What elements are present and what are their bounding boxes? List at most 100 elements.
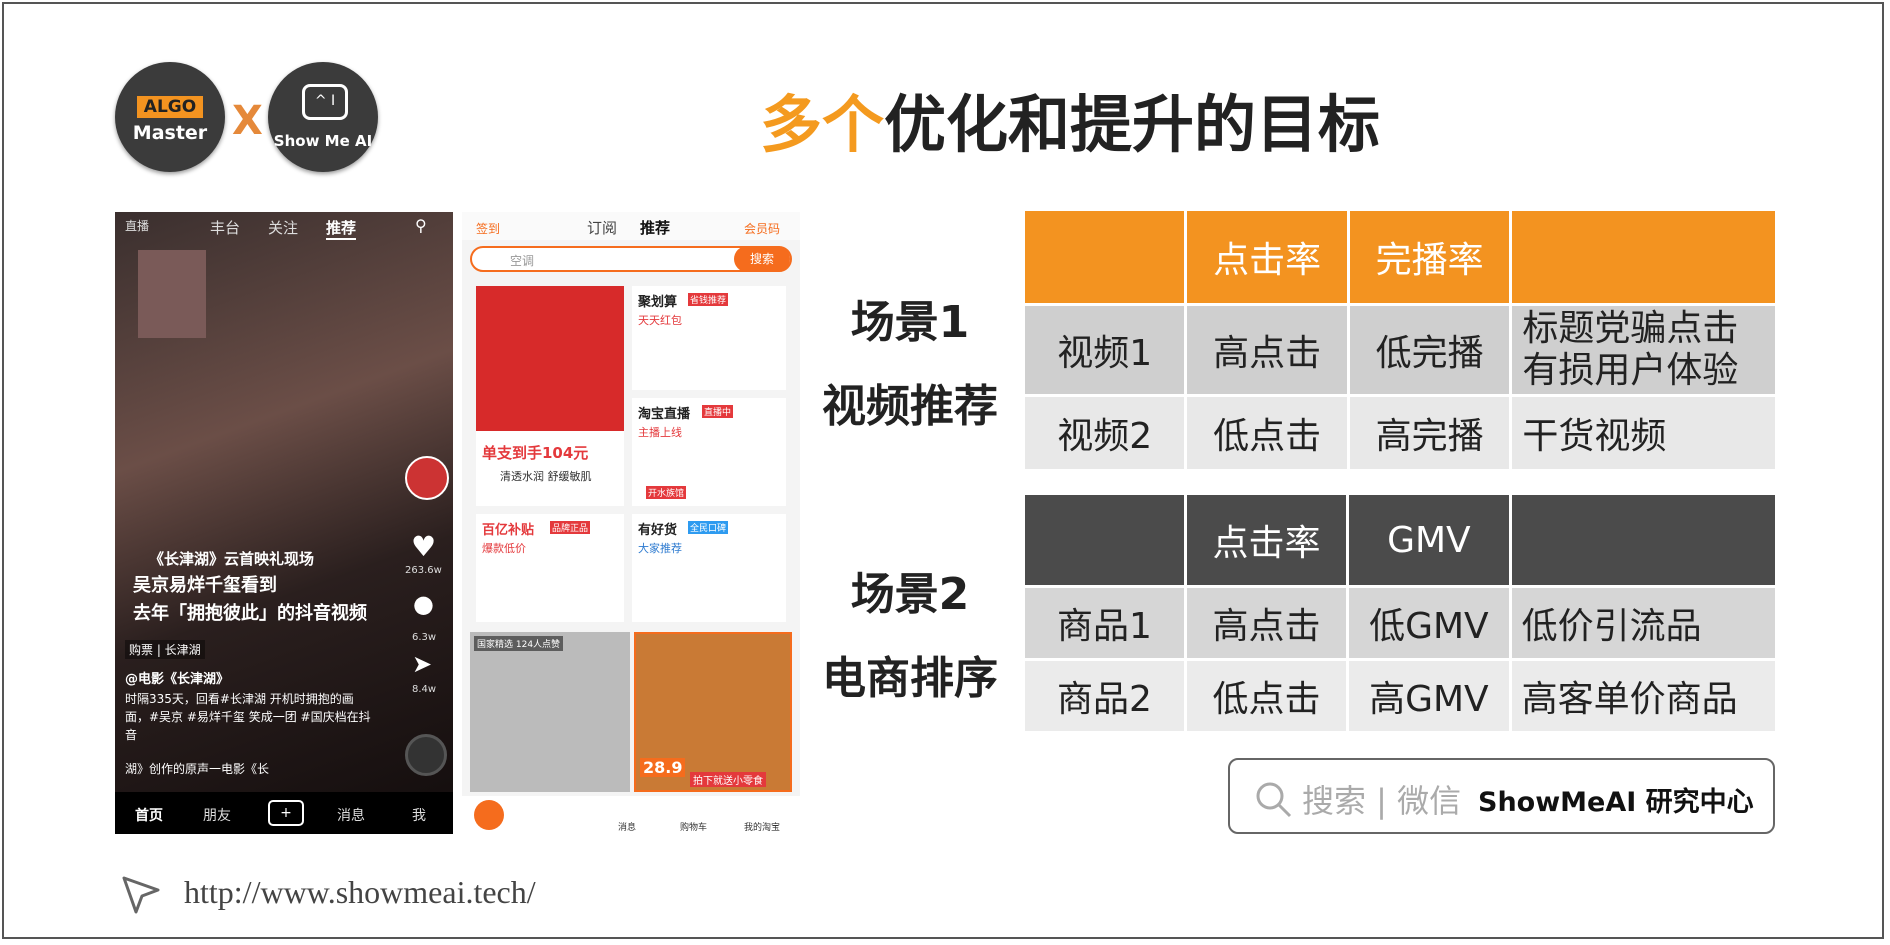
master-label: Master xyxy=(132,122,208,144)
video-description: 时隔335天，回看#长津湖 开机时拥抱的画面，#吴京 #易烊千玺 笑成一团 #国… xyxy=(125,692,371,742)
table2-header-cell: GMV xyxy=(1349,495,1509,585)
page-title: 多个优化和提升的目标 xyxy=(760,74,1380,164)
scene2-line1: 场景2 xyxy=(850,569,970,620)
home-icon[interactable] xyxy=(474,800,504,830)
card-subsidy[interactable]: 百亿补贴 品牌正品 爆款低价 xyxy=(476,514,624,622)
member-code-button[interactable]: 会员码 xyxy=(744,220,780,237)
table-cell: 低点击 xyxy=(1186,661,1347,731)
avatar[interactable] xyxy=(405,456,449,500)
share-icon[interactable]: ➤ xyxy=(412,650,432,678)
nav-mytaobao[interactable]: 我的淘宝 xyxy=(744,820,780,833)
cursor-icon xyxy=(122,876,160,914)
showme-label: Show Me AI xyxy=(273,132,373,150)
shop-search-button[interactable]: 搜索 xyxy=(734,246,790,272)
nav-me[interactable]: 我 xyxy=(412,805,426,825)
table-row: 视频2 低点击 高完播 干货视频 xyxy=(1025,397,1775,469)
table-row: 商品1 高点击 低GMV 低价引流品 xyxy=(1025,588,1775,658)
goodstuff-title: 有好货 xyxy=(638,523,678,538)
heart-icon[interactable]: ♥ xyxy=(411,530,436,563)
juhuasuan-badge: 省钱推荐 xyxy=(688,293,729,306)
scene1-line1: 场景1 xyxy=(850,297,970,348)
live-sub: 主播上线 xyxy=(638,426,682,439)
card-good-stuff[interactable]: 有好货 全民口碑 大家推荐 xyxy=(632,514,786,622)
tab-live[interactable]: 直播 xyxy=(125,217,149,234)
serum-subtitle: 清透水润 舒缓敏肌 xyxy=(500,470,592,483)
music-disc-icon[interactable] xyxy=(405,734,447,776)
table-cell: 高客单价商品 xyxy=(1511,661,1775,731)
wechat-search-box[interactable]: 搜索 | 微信 ShowMeAI 研究中心 xyxy=(1228,758,1775,834)
title-rest: 优化和提升的目标 xyxy=(884,88,1381,161)
showmeai-logo: ^ I Show Me AI xyxy=(268,62,378,172)
table-cell: 视频2 xyxy=(1025,397,1185,469)
search-input[interactable]: 空调 xyxy=(510,252,534,269)
tab-recommend-shop[interactable]: 推荐 xyxy=(640,217,670,238)
goodstuff-sub: 大家推荐 xyxy=(638,542,682,555)
nav-home[interactable]: 首页 xyxy=(135,805,163,825)
nav-msg[interactable]: 消息 xyxy=(618,820,636,833)
table-cell: 高点击 xyxy=(1187,306,1347,394)
coffee-sub: 拍下就送小零食 xyxy=(690,772,766,787)
share-count: 8.4w xyxy=(412,684,437,695)
juhuasuan-sub: 天天红包 xyxy=(638,314,682,327)
nav-cart[interactable]: 购物车 xyxy=(680,820,707,833)
nav-create[interactable]: + xyxy=(268,800,304,826)
caption-main: 吴京易烊千玺看到 去年「拥抱彼此」的抖音视频 xyxy=(133,575,367,624)
ecommerce-rank-table: 点击率 GMV 商品1 高点击 低GMV 低价引流品 商品2 低点击 高GMV … xyxy=(1022,492,1778,734)
table-cell: 高完播 xyxy=(1349,397,1510,469)
music-ticker[interactable]: 湖》创作的原声一电影《长 xyxy=(125,760,269,777)
table1-header-cell xyxy=(1025,211,1185,303)
tab-subscribe[interactable]: 订阅 xyxy=(587,217,617,238)
video-app-screenshot: 直播 丰台 关注 推荐 ⚲ 《长津湖》云首映礼现场 吴京易烊千玺看到 去年「拥抱… xyxy=(115,212,453,834)
search-icon[interactable]: ⚲ xyxy=(415,216,427,235)
tab-recommend[interactable]: 推荐 xyxy=(326,217,357,240)
subsidy-sub: 爆款低价 xyxy=(482,542,526,555)
purchase-link[interactable]: 购票 | 长津湖 xyxy=(125,640,205,659)
search-brand: ShowMeAI 研究中心 xyxy=(1478,787,1754,818)
comment-icon[interactable]: ● xyxy=(413,590,434,618)
scene2-label: 场景2 电商排序 xyxy=(800,558,1020,706)
bottom-nav: 首页 朋友 + 消息 我 xyxy=(115,792,453,834)
subsidy-title: 百亿补贴 xyxy=(482,523,535,538)
table1-header-cell: 完播率 xyxy=(1349,211,1510,303)
feed-card-hair[interactable]: 国家精选 124人点赞 xyxy=(470,632,630,792)
caption-top: 《长津湖》云首映礼现场 xyxy=(149,550,315,568)
card-juhuasuan[interactable]: 聚划算 省钱推荐 天天红包 xyxy=(632,286,786,390)
table-cell: 低点击 xyxy=(1187,397,1347,469)
feed-card-coffee[interactable]: 28.9 拍下就送小零食 xyxy=(634,632,792,792)
shop-search-bar: 空调 搜索 xyxy=(470,246,792,272)
table-cell: 高点击 xyxy=(1186,588,1347,658)
checkin-button[interactable]: 签到 xyxy=(476,220,500,237)
table-cell: 商品2 xyxy=(1025,661,1184,731)
scene1-line2: 视频推荐 xyxy=(822,381,998,432)
nav-friends[interactable]: 朋友 xyxy=(203,805,231,825)
search-icon xyxy=(1256,782,1292,818)
tab-fengtai[interactable]: 丰台 xyxy=(210,217,240,238)
serum-price: 单支到手104元 xyxy=(482,444,589,462)
table2-header-cell xyxy=(1025,495,1184,585)
table2-header-cell xyxy=(1511,495,1775,585)
pip-thumbnail xyxy=(138,250,206,338)
card-taobao-live[interactable]: 淘宝直播 直播中 主播上线 开水族馆 xyxy=(632,398,786,506)
table-cell: 标题党骗点击 有损用户体验 xyxy=(1512,306,1775,394)
search-prompt: 搜索 | 微信 xyxy=(1302,782,1462,820)
product-card-serum[interactable]: 单支到手104元 清透水润 舒缓敏肌 xyxy=(476,286,624,506)
goodstuff-badge: 全民口碑 xyxy=(688,521,729,534)
cross-mark: X xyxy=(232,98,263,144)
table-cell: 低完播 xyxy=(1349,306,1510,394)
shopping-app-screenshot: 签到 订阅 推荐 会员码 空调 搜索 单支到手104元 清透水润 舒缓敏肌 聚划… xyxy=(462,212,800,834)
comment-count: 6.3w xyxy=(412,632,437,643)
streamer-name: 开水族馆 xyxy=(646,486,687,499)
footer-url[interactable]: http://www.showmeai.tech/ xyxy=(184,874,536,911)
table1-header: 点击率 完播率 xyxy=(1025,211,1775,303)
author-name[interactable]: @电影《长津湖》 xyxy=(125,668,229,687)
shop-header: 签到 订阅 推荐 会员码 xyxy=(462,212,800,240)
juhuasuan-title: 聚划算 xyxy=(638,295,678,310)
table-cell: 视频1 xyxy=(1025,306,1185,394)
table-cell: 干货视频 xyxy=(1512,397,1775,469)
table-cell: 低GMV xyxy=(1349,588,1509,658)
serum-image xyxy=(476,286,624,431)
live-badge: 直播中 xyxy=(702,405,734,418)
nav-messages[interactable]: 消息 xyxy=(337,805,365,825)
tab-follow[interactable]: 关注 xyxy=(268,217,298,238)
table-row: 视频1 高点击 低完播 标题党骗点击 有损用户体验 xyxy=(1025,306,1775,394)
